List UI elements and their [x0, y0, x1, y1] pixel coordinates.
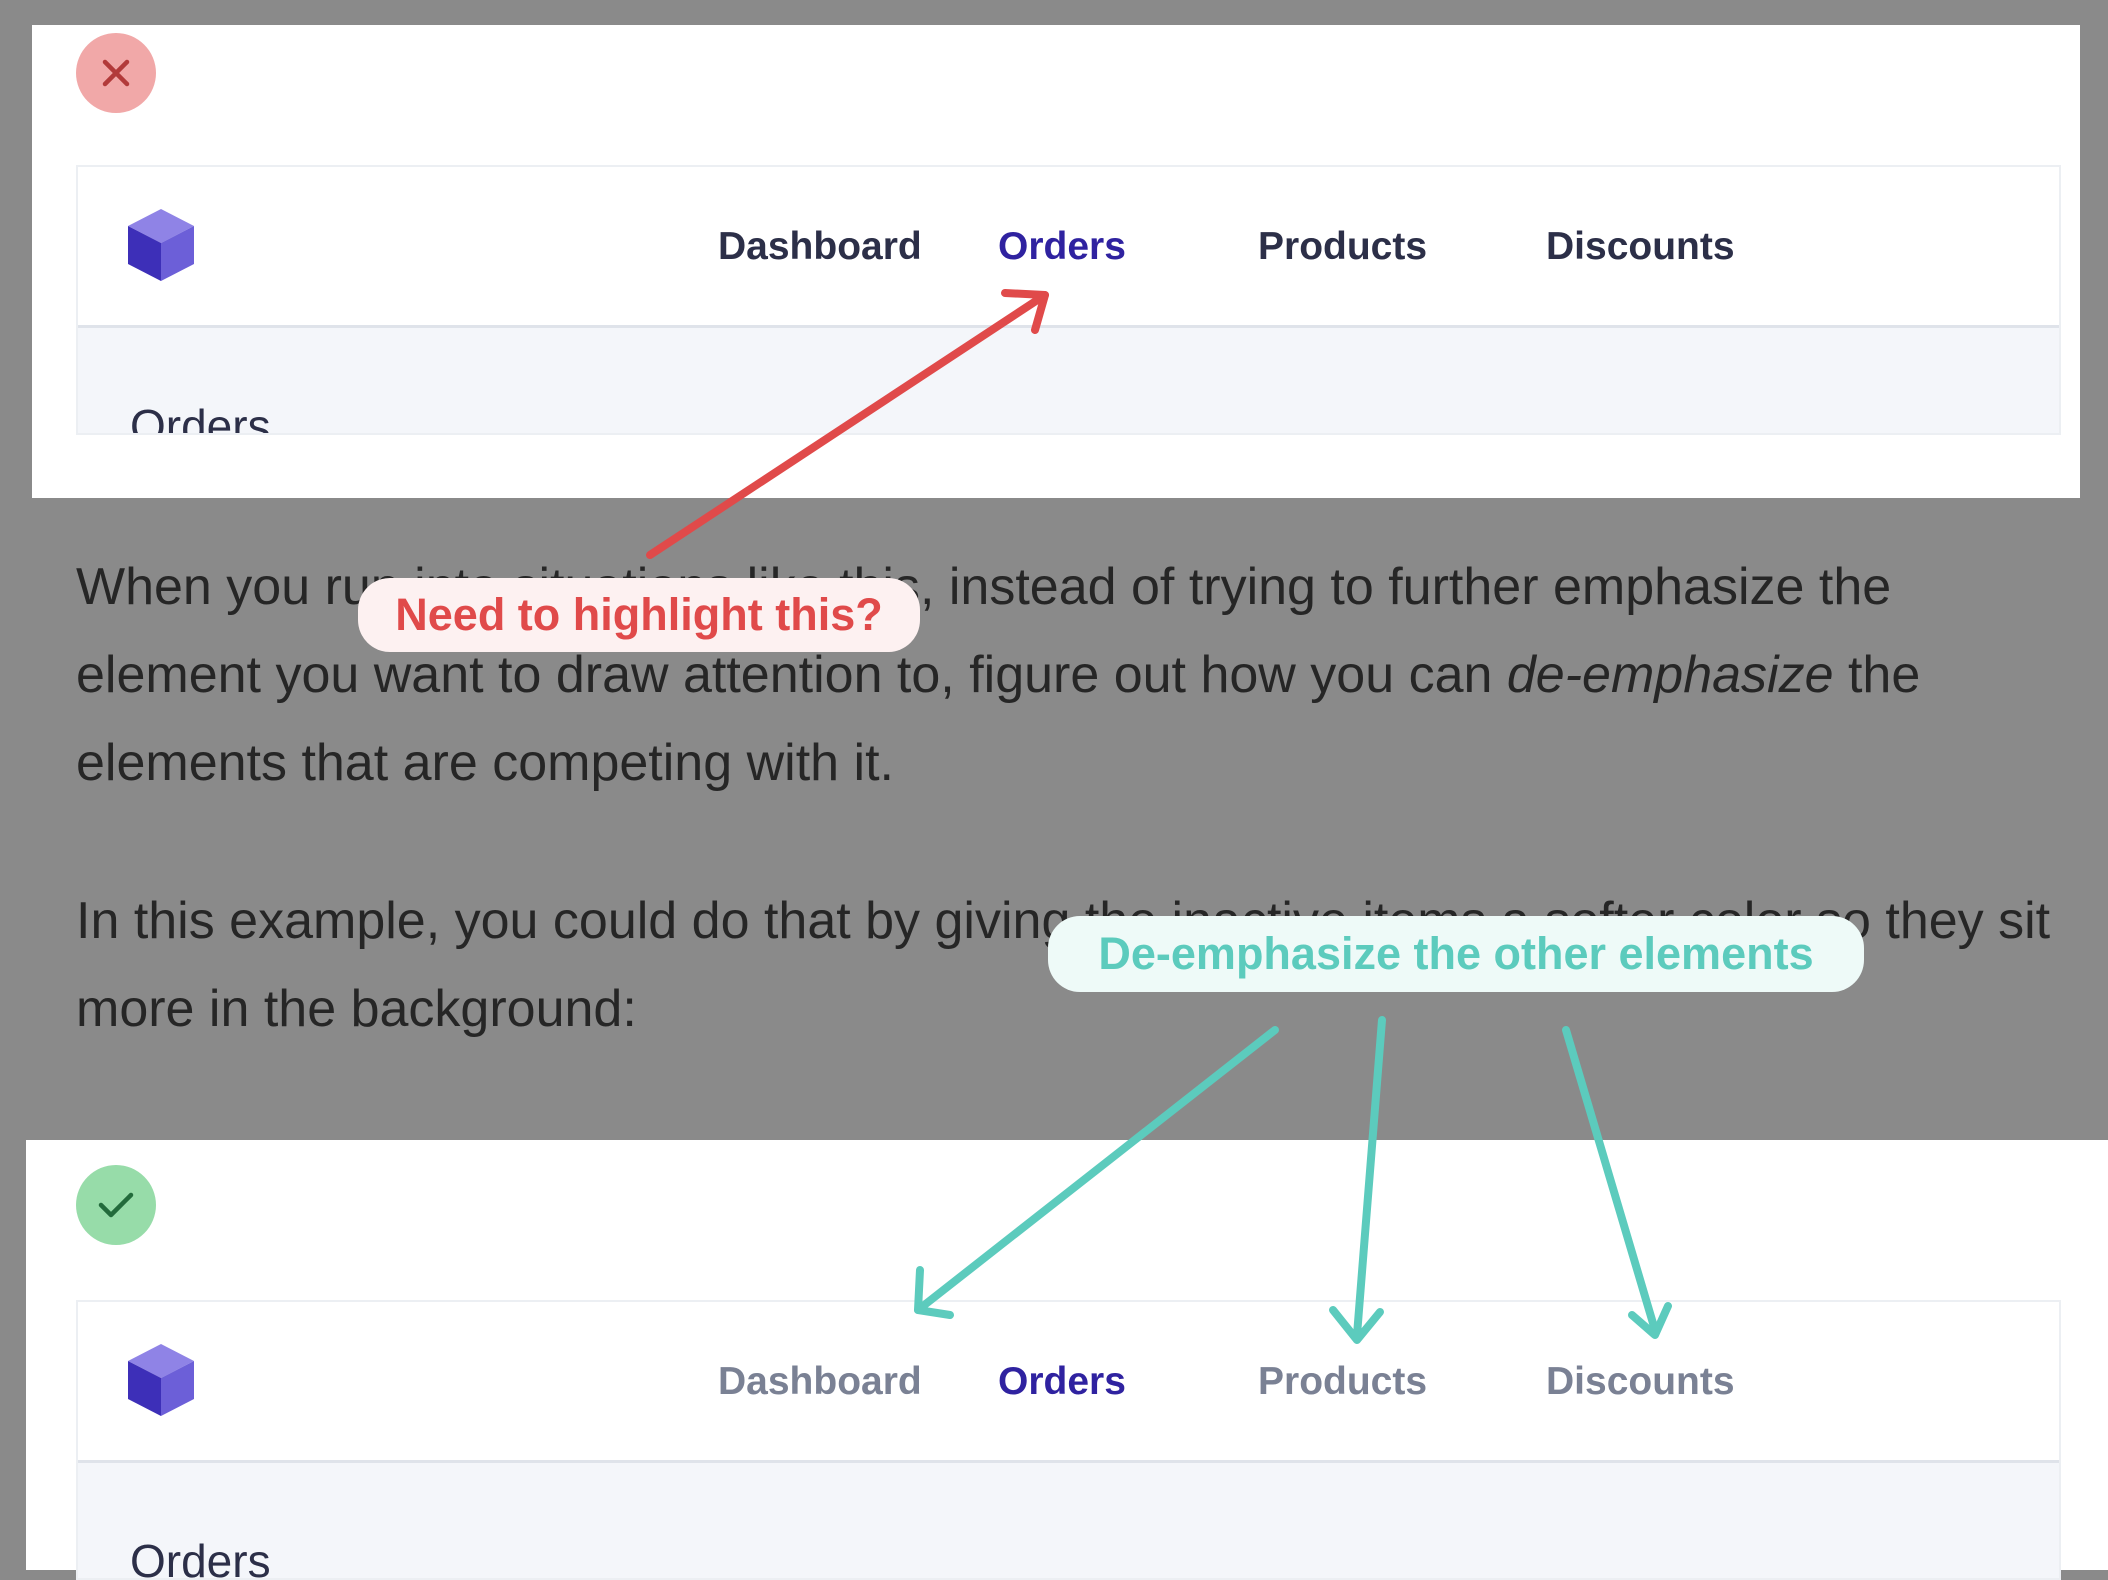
- nav-bar: Dashboard Orders Products Discounts: [78, 167, 2059, 328]
- good-example-panel: Dashboard Orders Products Discounts Orde…: [26, 1140, 2108, 1580]
- nav-item-products[interactable]: Products: [1258, 227, 1427, 266]
- page-title: Orders: [130, 1535, 271, 1580]
- nav-item-products[interactable]: Products: [1258, 1362, 1427, 1401]
- bad-example-panel: Dashboard Orders Products Discounts Orde…: [32, 25, 2080, 498]
- nav-item-discounts[interactable]: Discounts: [1546, 227, 1735, 266]
- cube-icon: [128, 209, 194, 281]
- check-icon: [76, 1165, 156, 1245]
- close-icon: [76, 33, 156, 113]
- page-title: Orders: [130, 400, 271, 435]
- nav-mockup-bad: Dashboard Orders Products Discounts Orde…: [76, 165, 2061, 435]
- nav-item-discounts[interactable]: Discounts: [1546, 1362, 1735, 1401]
- content-area: [78, 328, 2059, 433]
- nav-bar: Dashboard Orders Products Discounts: [78, 1302, 2059, 1463]
- nav-item-orders[interactable]: Orders: [998, 227, 1126, 266]
- cube-icon: [128, 1344, 194, 1416]
- deemphasize-callout: De-emphasize the other elements: [1048, 916, 1864, 992]
- content-area: [78, 1463, 2059, 1578]
- nav-mockup-good: Dashboard Orders Products Discounts Orde…: [76, 1300, 2061, 1580]
- highlight-callout: Need to highlight this?: [358, 578, 920, 652]
- emphasis-text: de-emphasize: [1506, 646, 1834, 704]
- nav-item-dashboard[interactable]: Dashboard: [718, 1362, 922, 1401]
- nav-item-orders[interactable]: Orders: [998, 1362, 1126, 1401]
- nav-item-dashboard[interactable]: Dashboard: [718, 227, 922, 266]
